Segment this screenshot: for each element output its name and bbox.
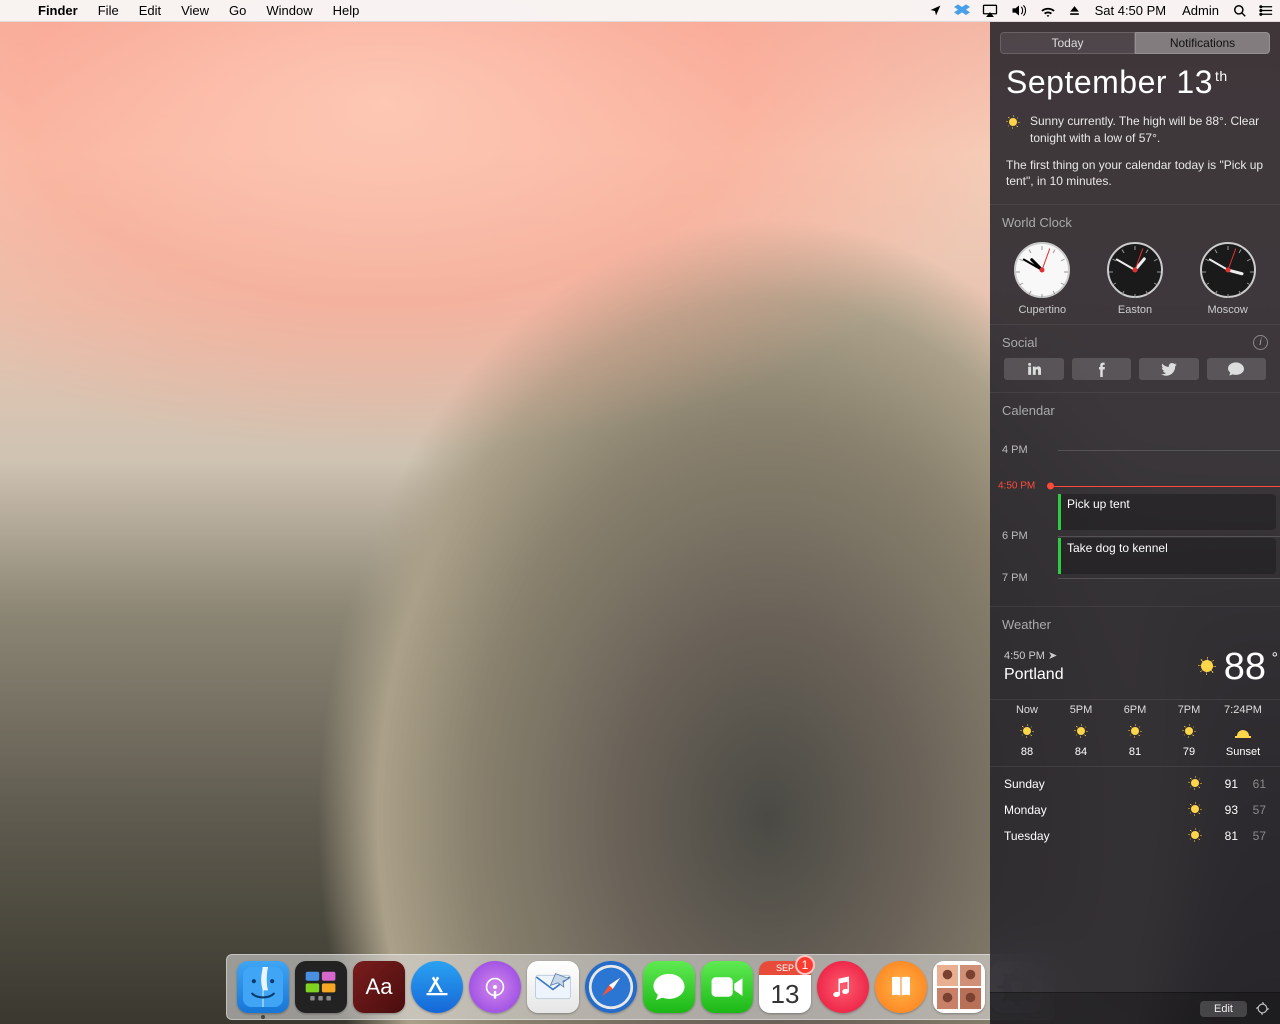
sun-icon: [1188, 776, 1202, 790]
nc-calendar-hint: The first thing on your calendar today i…: [990, 157, 1280, 205]
nc-date: September 13th: [990, 60, 1280, 113]
sun-icon: [1182, 724, 1196, 738]
sun-icon: [1188, 802, 1202, 816]
location-arrow-icon: ➤: [1048, 650, 1057, 662]
dropbox-icon[interactable]: [948, 0, 976, 21]
dock-photo-booth[interactable]: [931, 959, 987, 1015]
app-menu[interactable]: Finder: [28, 0, 88, 21]
dock-finder[interactable]: [235, 959, 291, 1015]
dock-facetime[interactable]: [699, 959, 755, 1015]
calendar-badge: 1: [795, 955, 815, 975]
dock-dictionary[interactable]: Aa: [351, 959, 407, 1015]
dock-ibooks[interactable]: [873, 959, 929, 1015]
social-messages[interactable]: [1207, 358, 1267, 380]
world-clock[interactable]: Moscow: [1200, 242, 1256, 316]
dock: Aa SEP13 1: [226, 954, 1054, 1020]
airplay-icon[interactable]: [976, 0, 1004, 21]
clock-city: Easton: [1118, 304, 1152, 316]
weather-current[interactable]: 4:50 PM ➤ Portland 88°: [990, 640, 1280, 699]
notification-center-panel: Today Notifications September 13th Sunny…: [990, 22, 1280, 1024]
sun-icon: [1006, 115, 1020, 147]
weather-hourly[interactable]: Now885PM846PM817PM797:24PMSunset: [990, 699, 1280, 766]
calendar-timeline[interactable]: 4 PM 6 PM 7 PM 4:50 PM Pick up tent Take dog …: [990, 426, 1280, 606]
sun-icon: [1198, 657, 1216, 678]
nc-weather-summary: Sunny currently. The high will be 88°. C…: [990, 113, 1280, 157]
weather-location: Portland: [1004, 664, 1064, 686]
menubar-user[interactable]: Admin: [1174, 3, 1227, 18]
menu-file[interactable]: File: [88, 0, 129, 21]
spotlight-icon[interactable]: [1227, 0, 1253, 21]
calendar-now-label: 4:50 PM: [998, 481, 1035, 492]
menu-edit[interactable]: Edit: [129, 0, 171, 21]
dock-mail[interactable]: [525, 959, 581, 1015]
calendar-event[interactable]: Take dog to kennel: [1058, 538, 1276, 574]
nc-tabs: Today Notifications: [990, 22, 1280, 60]
sun-icon: [1074, 724, 1088, 738]
sun-icon: [1128, 724, 1142, 738]
calendar-hour-label: 4 PM: [1002, 444, 1028, 456]
wifi-icon[interactable]: [1034, 0, 1062, 21]
edit-button[interactable]: Edit: [1200, 1001, 1247, 1017]
dock-mission-control[interactable]: [293, 959, 349, 1015]
hourly-item: 7PM79: [1166, 704, 1212, 758]
world-clock[interactable]: Cupertino: [1014, 242, 1070, 316]
notification-center-icon[interactable]: [1253, 0, 1280, 21]
social-twitter[interactable]: [1139, 358, 1199, 380]
calendar-hour-label: 7 PM: [1002, 572, 1028, 584]
location-icon[interactable]: [923, 0, 948, 21]
calendar-event[interactable]: Pick up tent: [1058, 494, 1276, 530]
hourly-item: 5PM84: [1058, 704, 1104, 758]
daily-row: Tuesday8157: [1004, 823, 1266, 849]
hourly-item: 7:24PMSunset: [1220, 704, 1266, 758]
section-world-clock: World Clock: [990, 204, 1280, 238]
section-calendar: Calendar: [990, 392, 1280, 426]
nc-edit-bar: Edit: [990, 992, 1280, 1024]
volume-icon[interactable]: [1004, 0, 1034, 21]
menu-go[interactable]: Go: [219, 0, 256, 21]
apple-menu[interactable]: [0, 0, 28, 21]
sun-icon: [1020, 724, 1034, 738]
daily-row: Sunday9161: [1004, 771, 1266, 797]
menu-help[interactable]: Help: [323, 0, 370, 21]
eject-icon[interactable]: [1062, 0, 1087, 21]
dock-calendar[interactable]: SEP13 1: [757, 959, 813, 1015]
hourly-item: Now88: [1004, 704, 1050, 758]
dock-itunes[interactable]: [815, 959, 871, 1015]
daily-row: Monday9357: [1004, 797, 1266, 823]
sunset-icon: [1235, 724, 1251, 738]
dock-feedback[interactable]: [467, 959, 523, 1015]
social-facebook[interactable]: [1072, 358, 1132, 380]
tab-notifications[interactable]: Notifications: [1135, 32, 1270, 54]
weather-temp: 88°: [1224, 646, 1266, 689]
calendar-hour-label: 6 PM: [1002, 530, 1028, 542]
gear-icon[interactable]: [1255, 1001, 1270, 1016]
dock-messages[interactable]: [641, 959, 697, 1015]
menubar-clock[interactable]: Sat 4:50 PM: [1087, 3, 1175, 18]
weather-daily[interactable]: Sunday9161Monday9357Tuesday8157: [990, 766, 1280, 849]
clock-city: Moscow: [1207, 304, 1247, 316]
sun-icon: [1188, 828, 1202, 842]
menu-view[interactable]: View: [171, 0, 219, 21]
menu-window[interactable]: Window: [256, 0, 322, 21]
tab-today[interactable]: Today: [1000, 32, 1135, 54]
section-weather: Weather: [990, 606, 1280, 640]
world-clock[interactable]: Easton: [1107, 242, 1163, 316]
dock-safari[interactable]: [583, 959, 639, 1015]
clock-city: Cupertino: [1018, 304, 1066, 316]
section-social: Sociali: [990, 324, 1280, 358]
info-icon[interactable]: i: [1253, 335, 1268, 350]
world-clock-row: Cupertino Easton Moscow: [990, 238, 1280, 324]
social-row: [990, 358, 1280, 392]
social-linkedin[interactable]: [1004, 358, 1064, 380]
menubar: Finder File Edit View Go Window Help Sat…: [0, 0, 1280, 22]
dock-app-store[interactable]: [409, 959, 465, 1015]
hourly-item: 6PM81: [1112, 704, 1158, 758]
